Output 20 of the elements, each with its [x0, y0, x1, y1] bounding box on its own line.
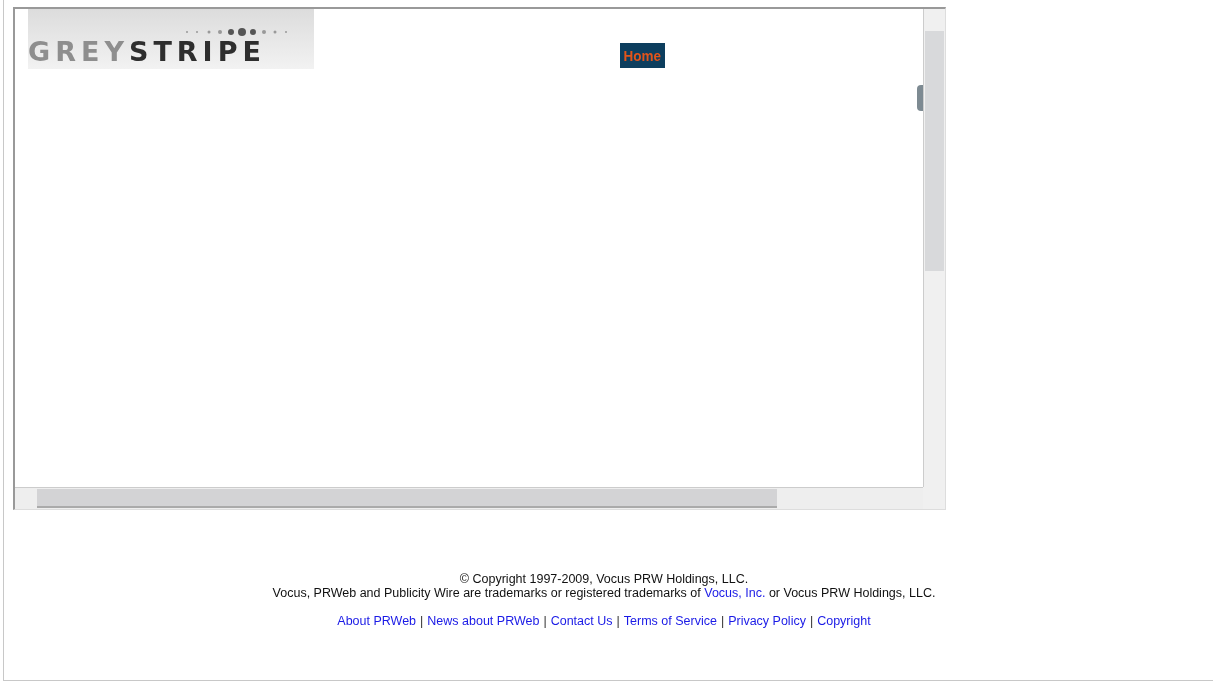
side-tab-handle[interactable] — [917, 85, 923, 111]
link-separator: | — [616, 614, 620, 628]
footer-link[interactable]: Terms of Service — [623, 614, 717, 628]
trademark-notice: Vocus, PRWeb and Publicity Wire are trademarks or registered trademarks of Vocus, Inc. or Vocus PRW Holdings, LLC. — [272, 586, 936, 600]
scrollbar-thumb[interactable] — [37, 489, 777, 508]
footer-link[interactable]: Contact Us — [550, 614, 613, 628]
footer-link[interactable]: News about PRWeb — [427, 614, 540, 628]
copyright-notice: © Copyright 1997-2009, Vocus PRW Holdings, LLC. — [459, 572, 749, 586]
link-separator: | — [420, 614, 424, 628]
footer-link[interactable]: About PRWeb — [337, 614, 417, 628]
link-separator: | — [543, 614, 547, 628]
link-separator: | — [720, 614, 725, 628]
footer-link[interactable]: Copyright — [817, 614, 871, 628]
logo-wordmark: GREY STRIPE — [28, 37, 267, 67]
vocus-link[interactable]: Vocus, Inc. — [704, 586, 766, 600]
link-separator: | — [809, 614, 814, 628]
scrollbar-thumb[interactable] — [925, 31, 944, 271]
horizontal-scrollbar[interactable] — [15, 487, 923, 509]
vertical-scrollbar[interactable] — [923, 9, 945, 487]
footer-link[interactable]: Privacy Policy — [728, 614, 806, 628]
